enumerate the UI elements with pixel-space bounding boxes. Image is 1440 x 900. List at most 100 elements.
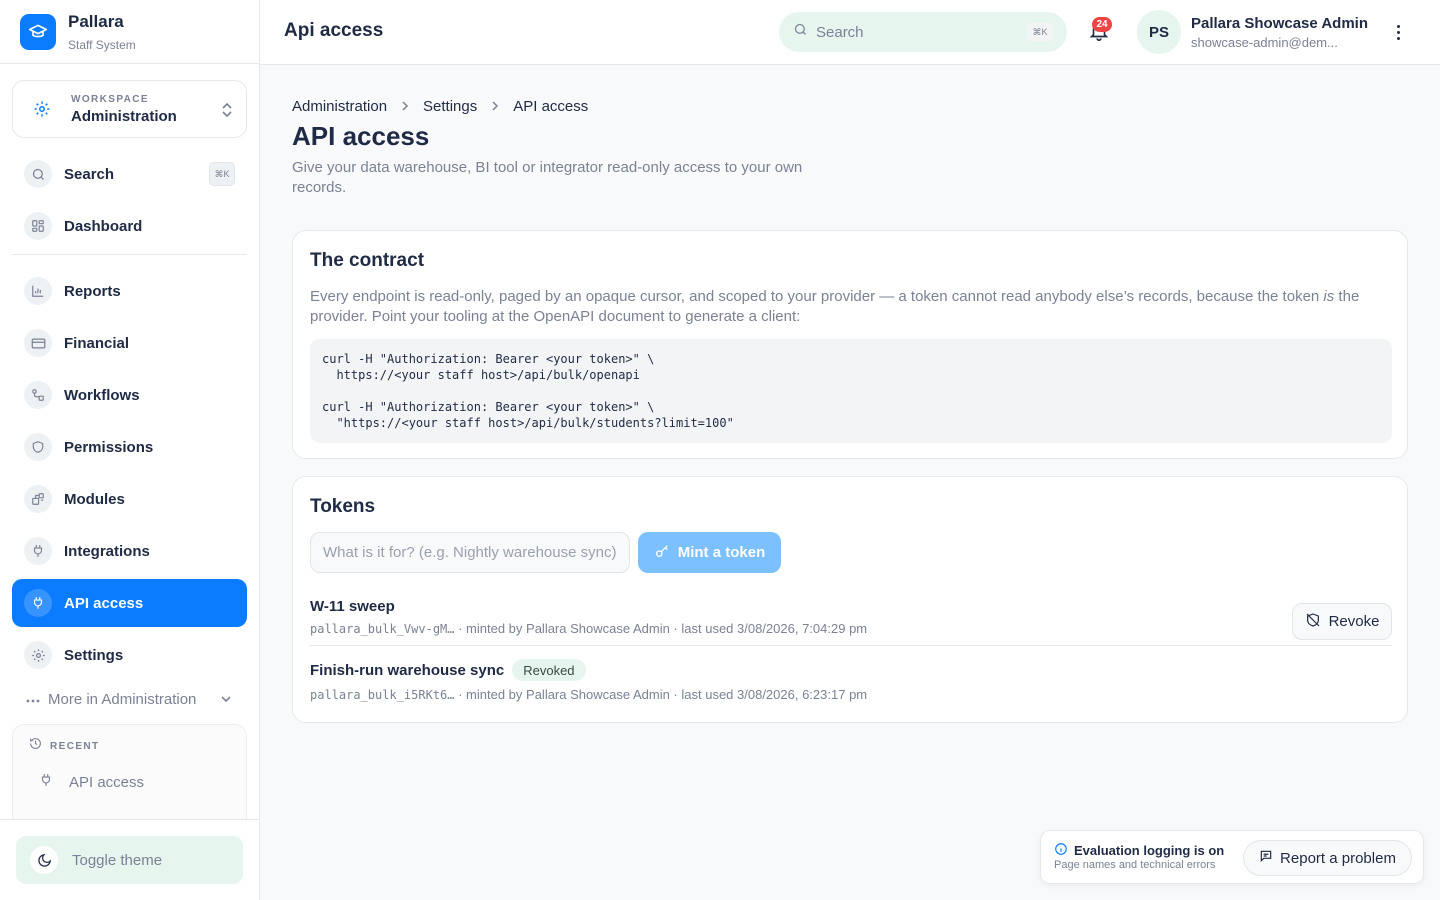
more-label: More in Administration [48,690,197,708]
search-icon [793,22,808,42]
search-placeholder: Search [816,23,864,41]
toast-subtitle: Page names and technical errors [1054,859,1216,871]
recent-item-label: API access [69,774,145,791]
message-icon [1259,849,1273,867]
more-vertical-icon[interactable] [1388,22,1408,42]
user-email: showcase-admin@dem... [1191,35,1338,50]
notification-badge: 24 [1092,17,1112,32]
token-name: Finish-run warehouse sync [310,661,505,679]
sidebar-item-dashboard[interactable]: Dashboard [12,202,247,250]
info-icon [1054,842,1068,859]
graduation-cap-icon [20,13,56,50]
toggle-theme-label: Toggle theme [72,851,163,869]
token-purpose-input[interactable] [310,532,630,573]
history-icon [29,737,42,755]
recent-label: RECENT [50,740,100,752]
report-problem-button[interactable]: Report a problem [1243,840,1412,876]
search-input[interactable]: Search ⌘K [779,12,1067,52]
gear-icon [31,98,53,120]
sidebar-item-modules[interactable]: Modules [12,475,247,523]
avatar[interactable]: PS [1137,10,1181,54]
sidebar-item-label: Dashboard [64,217,143,235]
shield-icon [24,433,52,461]
sidebar-divider [12,254,247,255]
chevron-right-icon [401,98,409,115]
token-meta: pallara_bulk_Vwv-gM… · minted by Pallara… [310,621,868,636]
sidebar-item-label: Settings [64,646,124,664]
topbar: Api access Search ⌘K 24 PS Pallara Showc… [260,0,1440,65]
workspace-value: Administration [71,107,177,125]
plug-icon [39,773,53,792]
sidebar-item-financial[interactable]: Financial [12,319,247,367]
page-title: API access [292,121,430,151]
chevron-right-icon [491,98,499,115]
moon-icon [30,846,58,874]
sidebar-item-label: Modules [64,490,125,508]
row-divider [310,645,1392,646]
dashboard-icon [24,212,52,240]
chevron-updown-icon [220,101,234,124]
revoke-button[interactable]: Revoke [1292,603,1392,640]
plug-icon [24,537,52,565]
search-icon [24,160,52,188]
sidebar-item-search[interactable]: Search ⌘K [12,150,247,198]
sidebar-item-integrations[interactable]: Integrations [12,527,247,575]
sidebar-item-settings[interactable]: Settings [12,631,247,679]
mint-token-button[interactable]: Mint a token [638,532,781,573]
brand-subtitle: Staff System [68,37,136,52]
gear-icon [24,641,52,669]
sidebar-item-api-access[interactable]: API access [12,579,247,627]
workflow-icon [24,381,52,409]
workspace-label: WORKSPACE [71,93,149,105]
brand[interactable]: Pallara Staff System [0,0,259,64]
user-name: Pallara Showcase Admin [1191,15,1369,32]
status-badge: Revoked [512,659,586,681]
shield-off-icon [1305,612,1321,632]
contract-card: The contract Every endpoint is read-only… [292,230,1408,459]
chart-icon [24,277,52,305]
contract-title: The contract [310,250,425,271]
breadcrumb: Administration Settings API access [292,98,588,115]
sidebar-item-label: Financial [64,334,130,352]
sidebar-item-label: Integrations [64,542,150,560]
breadcrumb-item: API access [513,98,589,115]
sidebar-item-workflows[interactable]: Workflows [12,371,247,419]
sidebar-item-label: API access [64,594,144,612]
sidebar-item-label: Permissions [64,438,154,456]
toggle-theme-button[interactable]: Toggle theme [16,836,243,884]
code-block: curl -H "Authorization: Bearer <your tok… [310,339,1392,443]
contract-text: Every endpoint is read-only, paged by an… [310,288,1360,325]
token-row: W-11 sweep pallara_bulk_Vwv-gM… · minted… [310,598,1392,640]
topbar-title: Api access [284,20,384,41]
more-in-administration[interactable]: More in Administration [26,690,236,708]
page-subtitle: Give your data warehouse, BI tool or int… [292,159,803,196]
plug-icon [24,589,52,617]
mint-token-label: Mint a token [677,544,766,561]
tokens-title: Tokens [310,496,376,517]
token-name: W-11 sweep [310,598,395,615]
sidebar-item-reports[interactable]: Reports [12,267,247,315]
card-icon [24,329,52,357]
recent-item[interactable]: API access [13,755,246,792]
workspace-switcher[interactable]: WORKSPACE Administration [12,80,247,138]
revoke-label: Revoke [1328,613,1380,630]
token-meta: pallara_bulk_i5RKt6… · minted by Pallara… [310,687,868,702]
modules-icon [24,485,52,513]
recent-section: RECENT API access [12,724,247,820]
token-row: Finish-run warehouse sync Revoked pallar… [310,659,1392,702]
shortcut-badge: ⌘K [209,162,235,186]
chevron-down-icon [220,690,232,708]
breadcrumb-item[interactable]: Administration [292,98,387,115]
sidebar-item-permissions[interactable]: Permissions [12,423,247,471]
evaluation-toast: Evaluation logging is on Page names and … [1040,830,1424,884]
sidebar-item-label: Reports [64,282,121,300]
tokens-card: Tokens Mint a token W-11 sweep pallara_b… [292,476,1408,723]
breadcrumb-item[interactable]: Settings [423,98,477,115]
sidebar-item-label: Search [64,165,115,183]
sidebar-footer: Toggle theme [0,819,259,900]
sidebar: Pallara Staff System WORKSPACE Administr… [0,0,260,900]
sidebar-item-label: Workflows [64,386,140,404]
brand-name: Pallara [68,11,124,31]
token-name-wrap: Finish-run warehouse sync Revoked [310,659,1392,681]
toast-title: Evaluation logging is on [1054,842,1224,859]
